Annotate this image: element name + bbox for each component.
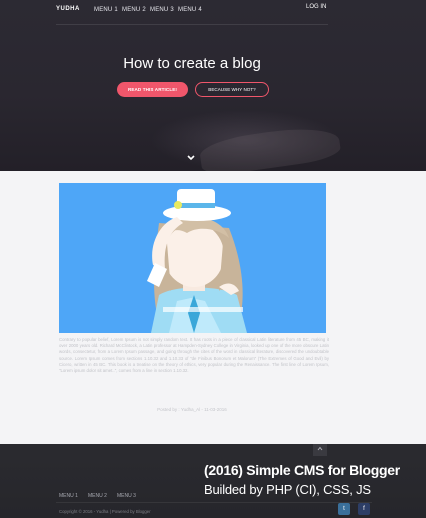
article-body-text: Contrary to popular belief, Lorem Ipsum …: [59, 337, 329, 374]
footer-top-bar: [0, 444, 426, 456]
article-image: [59, 183, 326, 333]
chevron-up-icon[interactable]: [313, 444, 327, 456]
facebook-icon[interactable]: f: [358, 503, 370, 515]
top-nav: YUDHA MENU 1 MENU 2 MENU 3 MENU 4 LOG IN: [0, 0, 426, 25]
anime-girl-illustration: [59, 183, 326, 333]
footer-menu-3[interactable]: MENU 3: [117, 493, 136, 499]
posted-by: Posted by : Yudha_Al - 11-03-2016: [157, 407, 227, 412]
read-article-button[interactable]: READ THIS ARTICLE!: [117, 82, 188, 97]
because-why-not-button[interactable]: BECAUSE WHY NOT?: [195, 82, 269, 97]
nav-menu-3[interactable]: MENU 3: [150, 7, 174, 13]
footer-divider: [56, 502, 372, 503]
nav-menu-2[interactable]: MENU 2: [122, 7, 146, 13]
brand-logo[interactable]: YUDHA: [56, 6, 80, 12]
nav-menu-4[interactable]: MENU 4: [178, 7, 202, 13]
nav-divider: [56, 24, 328, 25]
hero-section: YUDHA MENU 1 MENU 2 MENU 3 MENU 4 LOG IN…: [0, 0, 426, 171]
hero-title: How to create a blog: [123, 55, 261, 72]
caption-title: (2016) Simple CMS for Blogger: [204, 462, 400, 478]
article-section: Contrary to popular belief, Lorem Ipsum …: [0, 171, 426, 444]
chevron-down-icon[interactable]: [186, 154, 196, 164]
nav-menu-1[interactable]: MENU 1: [94, 7, 118, 13]
copyright-text: Copyright © 2016 - Yudha | Powered by Bl…: [59, 509, 151, 514]
caption-subtitle: Builded by PHP (CI), CSS, JS: [204, 482, 371, 497]
footer-menu-2[interactable]: MENU 2: [88, 493, 107, 499]
login-link[interactable]: LOG IN: [306, 4, 326, 10]
twitter-icon[interactable]: t: [338, 503, 350, 515]
footer-menu-1[interactable]: MENU 1: [59, 493, 78, 499]
